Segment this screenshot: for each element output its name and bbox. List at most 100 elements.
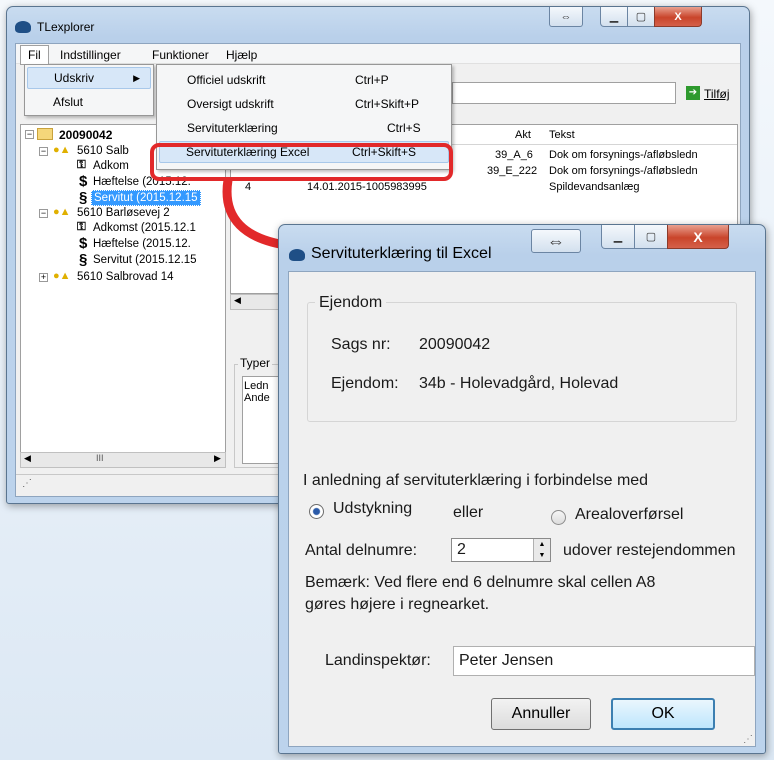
menu-oversigt-shortcut: Ctrl+Skift+P	[355, 97, 420, 111]
window-title: TLexplorer	[37, 20, 95, 34]
tree-p2-c2[interactable]: Hæftelse (2015.12.	[93, 238, 191, 250]
col-tekst-header[interactable]: Tekst	[549, 129, 575, 141]
dialog-maximize-button[interactable]: ▢	[634, 225, 668, 249]
menu-hjaelp[interactable]: Hjælp	[226, 48, 257, 62]
sags-label: Sags nr:	[331, 336, 391, 353]
dialog-window: Servituterklæring til Excel ⇔ ▁ ▢ X Ejen…	[278, 224, 766, 754]
note-line-1: Bemærk: Ved flere end 6 delnumre skal ce…	[305, 574, 656, 591]
add-arrow-icon: ➔	[686, 86, 700, 100]
ejendom-group-label: Ejendom	[315, 294, 387, 312]
row1-akt[interactable]: 39_A_6	[495, 149, 533, 161]
minimize-button[interactable]: ▁	[600, 7, 628, 27]
radio-arealoverforsel[interactable]	[551, 510, 566, 525]
dialog-minimize-button[interactable]: ▁	[601, 225, 635, 249]
scroll-left-icon[interactable]: ◀	[24, 453, 31, 464]
tree-p1[interactable]: 5610 Salb	[77, 145, 129, 157]
radio-udstykning[interactable]	[309, 504, 324, 519]
menu-servituterklaering-label: Servituterklæring	[187, 121, 278, 135]
intro-text: I anledning af servituterklæring i forbi…	[303, 472, 649, 489]
dialog-close-button[interactable]: X	[667, 225, 729, 249]
row3-date[interactable]: 14.01.2015-1005983995	[307, 181, 427, 193]
menu-item-afslut-label: Afslut	[53, 95, 84, 109]
menu-officiel-label: Officiel udskrift	[187, 73, 266, 87]
sags-value: 20090042	[419, 336, 491, 353]
folder-icon	[37, 128, 53, 140]
tree-hscrollbar[interactable]	[20, 452, 226, 468]
section-icon: §	[79, 251, 88, 268]
tree-expand-root[interactable]: −	[25, 130, 34, 139]
row1-tekst[interactable]: Dok om forsynings-/afløbsledn	[549, 149, 698, 161]
menu-item-officiel[interactable]: Officiel udskrift Ctrl+P	[159, 69, 449, 91]
row2-akt[interactable]: 39_E_222	[487, 165, 537, 177]
parcel-warning-icon: ●▲	[53, 270, 71, 282]
menu-item-oversigt[interactable]: Oversigt udskrift Ctrl+Skift+P	[159, 93, 449, 115]
menu-fil[interactable]: Fil	[20, 45, 49, 65]
ejendom-value: 34b - Holevadgård, Holevad	[419, 375, 619, 392]
delnumre-suffix: udover restejendommen	[563, 542, 736, 559]
menu-item-afslut[interactable]: Afslut	[27, 91, 151, 113]
menu-funktioner[interactable]: Funktioner	[152, 48, 209, 62]
resize-grip-icon[interactable]: ⋰	[743, 734, 753, 745]
radio-udstykning-label[interactable]: Udstykning	[333, 500, 412, 518]
cancel-button[interactable]: Annuller	[491, 698, 591, 730]
types-item-2[interactable]: Ande	[244, 392, 270, 404]
ejendom-label: Ejendom:	[331, 375, 399, 392]
dialog-app-icon	[289, 249, 305, 261]
menu-item-servituterklaering[interactable]: Servituterklæring Ctrl+S	[159, 117, 449, 139]
maximize-button[interactable]: ▢	[627, 7, 655, 27]
note-line-2: gøres højere i regnearket.	[305, 596, 490, 613]
submenu-arrow-icon: ▶	[133, 72, 140, 83]
tree-p1-c3[interactable]: Servitut (2015.12.15	[91, 190, 201, 206]
dollar-icon: $	[79, 173, 88, 190]
restore-arrows-button[interactable]: ⇔	[549, 7, 583, 27]
dialog-client: Ejendom Sags nr: 20090042 Ejendom: 34b -…	[288, 271, 756, 747]
or-text: eller	[453, 504, 484, 521]
col-akt-header[interactable]: Akt	[515, 129, 531, 141]
tree-p2[interactable]: 5610 Barløsevej 2	[77, 207, 170, 219]
row2-tekst[interactable]: Dok om forsynings-/afløbsledn	[549, 165, 698, 177]
landinspektor-label: Landinspektør:	[325, 652, 431, 669]
menu-oversigt-label: Oversigt udskrift	[187, 97, 274, 111]
menu-item-udskriv-label: Udskriv	[54, 71, 95, 85]
dollar-icon: $	[79, 235, 88, 252]
deed-icon: ⚿	[77, 221, 86, 233]
close-button[interactable]: X	[654, 7, 702, 27]
app-icon	[15, 21, 31, 33]
tree-expand-p3[interactable]: +	[39, 273, 48, 282]
stepper-down-icon[interactable]: ▼	[533, 550, 550, 561]
scroll-left-icon[interactable]: ◀	[234, 295, 241, 306]
parcel-warning-icon: ●▲	[53, 144, 71, 156]
resize-grip-icon[interactable]: ⋰	[22, 478, 32, 489]
ejendom-group	[307, 302, 737, 422]
landinspektor-value[interactable]: Peter Jensen	[459, 652, 553, 670]
highlight-rectangle	[150, 143, 453, 181]
parcel-warning-icon: ●▲	[53, 206, 71, 218]
stepper-up-icon[interactable]: ▲	[533, 539, 550, 550]
deed-icon: ⚿	[77, 159, 86, 171]
tree-expand-p2[interactable]: −	[39, 209, 48, 218]
tree-p1-c1[interactable]: Adkom	[93, 160, 129, 172]
menu-indstillinger[interactable]: Indstillinger	[60, 48, 121, 62]
scroll-thumb-grip[interactable]: III	[96, 453, 104, 463]
menu-servituterklaering-shortcut: Ctrl+S	[387, 121, 421, 135]
toolbar-input[interactable]	[452, 82, 676, 104]
delnumre-value[interactable]: 2	[457, 541, 466, 559]
scroll-right-icon[interactable]: ▶	[214, 453, 221, 464]
delnumre-label: Antal delnumre:	[305, 542, 418, 559]
tree-p3[interactable]: 5610 Salbrovad 14	[77, 271, 174, 283]
tree-p2-c3[interactable]: Servitut (2015.12.15	[93, 254, 197, 266]
ok-button[interactable]: OK	[611, 698, 715, 730]
section-icon: §	[79, 189, 88, 206]
dialog-title: Servituterklæring til Excel	[311, 245, 492, 262]
types-label: Typer	[238, 356, 273, 370]
add-button[interactable]: Tilføj	[704, 87, 730, 101]
menu-item-udskriv[interactable]: Udskriv ▶	[27, 67, 151, 89]
types-item-1[interactable]: Ledn	[244, 380, 268, 392]
menubar	[16, 44, 740, 64]
radio-arealoverforsel-label[interactable]: Arealoverførsel	[575, 506, 683, 524]
tree-expand-p1[interactable]: −	[39, 147, 48, 156]
dialog-restore-arrows-button[interactable]: ⇔	[531, 229, 581, 253]
tree-root[interactable]: 20090042	[59, 128, 112, 142]
row3-tekst[interactable]: Spildevandsanlæg	[549, 181, 640, 193]
tree-p2-c1[interactable]: Adkomst (2015.12.1	[93, 222, 196, 234]
